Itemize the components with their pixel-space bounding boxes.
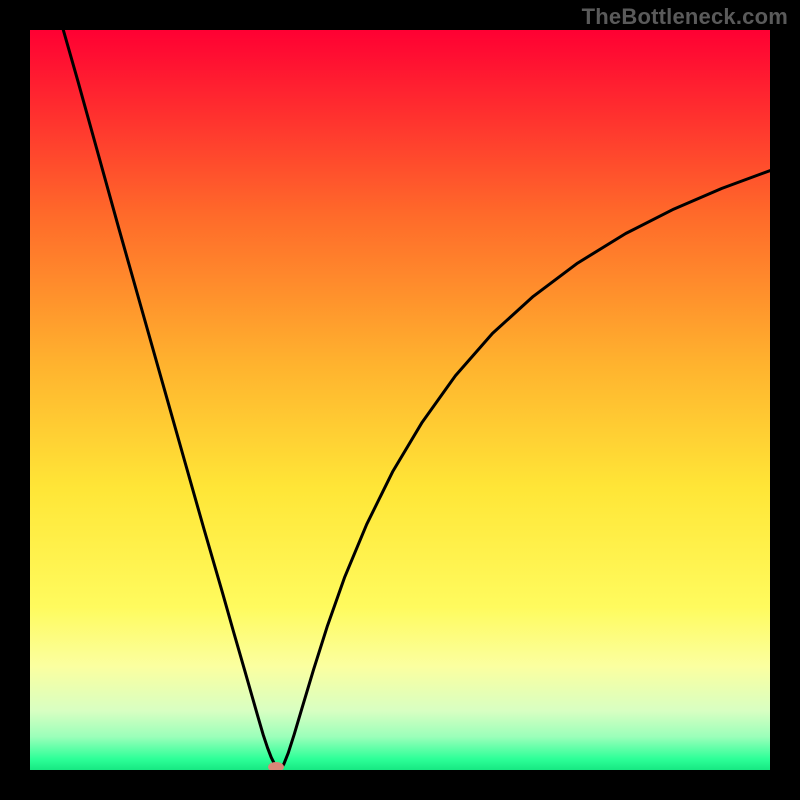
chart-canvas: TheBottleneck.com bbox=[0, 0, 800, 800]
minimum-marker bbox=[268, 762, 284, 770]
plot-area bbox=[30, 30, 770, 770]
watermark-text: TheBottleneck.com bbox=[582, 4, 788, 30]
background-gradient bbox=[30, 30, 770, 770]
